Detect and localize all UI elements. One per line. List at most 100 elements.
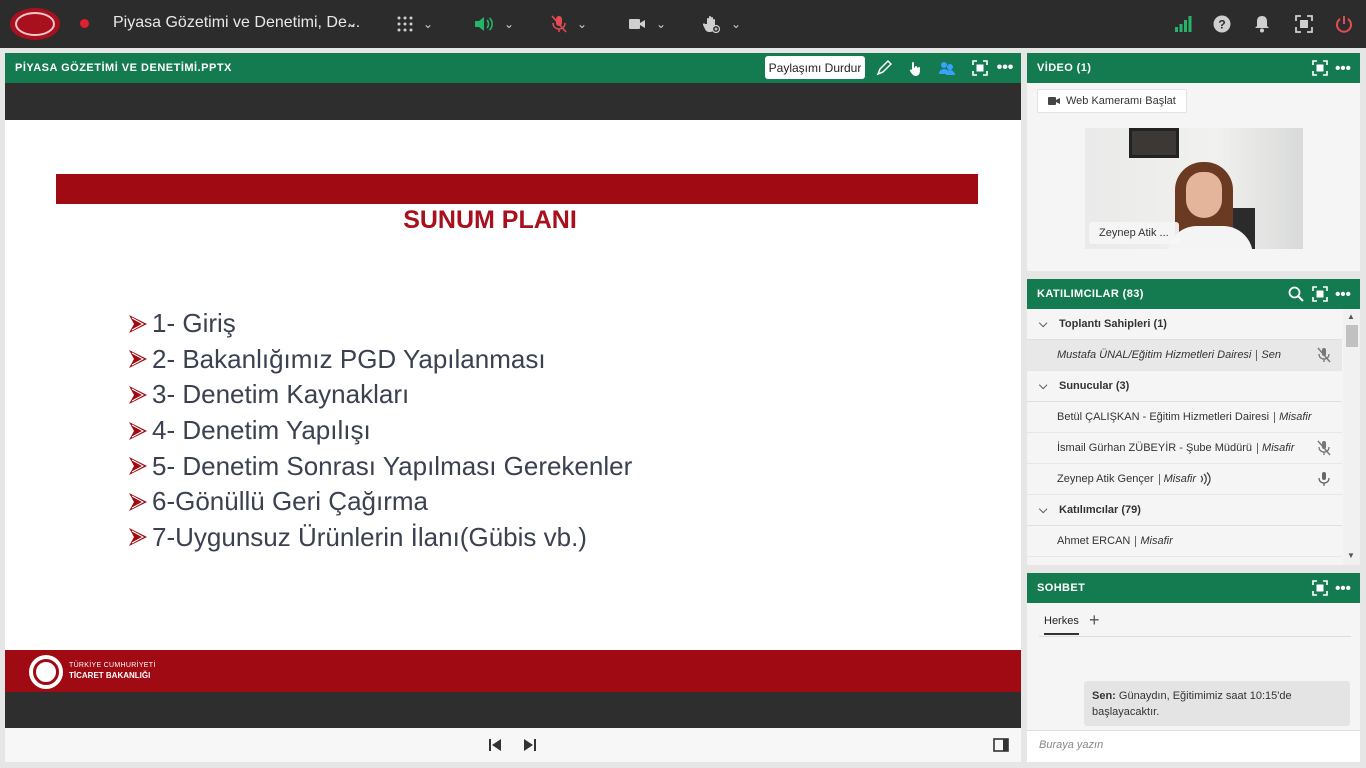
participant-row[interactable]: Betül ÇALIŞKAN - Eğitim Hizmetleri Daire… (1027, 402, 1342, 433)
fullscreen-icon[interactable] (1310, 58, 1330, 78)
chevron-down-icon: ⌵ (1039, 317, 1048, 330)
collaborators-icon[interactable] (937, 58, 957, 78)
slide-header-bar (56, 174, 978, 204)
scroll-up-icon[interactable]: ▲ (1347, 312, 1355, 321)
bullet-arrow-icon (129, 421, 147, 440)
slide-navigation-bar (5, 728, 1021, 762)
share-pod-title: PİYASA GÖZETİMİ VE DENETİMİ.PPTX (15, 62, 232, 74)
section-hosts[interactable]: ⌵ Toplantı Sahipleri (1) (1027, 309, 1342, 340)
notifications-icon[interactable] (1250, 12, 1274, 36)
chevron-down-icon: ⌄ (656, 17, 667, 31)
top-bar: Piyasa Gözetimi ve Denetimi, De... ⌄ ⌄ ⌄… (0, 0, 1366, 48)
participant-row[interactable]: Zeynep Atik Gençer Misafir (1027, 464, 1342, 495)
start-webcam-button[interactable]: Web Kameramı Başlat (1037, 89, 1187, 113)
speaker-icon (475, 17, 493, 31)
participant-row[interactable]: Ahmet ERCAN Misafir (1027, 526, 1342, 557)
more-options-icon[interactable]: ••• (1333, 58, 1353, 78)
slide-footer: TÜRKİYE CUMHURİYETİ TİCARET BAKANLIĞI (5, 650, 1021, 692)
participants-list: ⌵ Toplantı Sahipleri (1) Mustafa ÜNAL/Eğ… (1027, 309, 1360, 565)
next-slide-button[interactable] (521, 736, 539, 754)
video-pod-title: VİDEO (1) (1037, 62, 1092, 74)
help-icon[interactable]: ? (1210, 12, 1234, 36)
participants-pod-header: KATILIMCILAR (83) ••• (1027, 279, 1360, 309)
bullet-arrow-icon (129, 457, 147, 476)
slide-bullet: 4- Denetim Yapılışı (127, 413, 632, 449)
chevron-down-icon[interactable]: ⌄ (346, 14, 358, 31)
participants-pod-title: KATILIMCILAR (83) (1037, 288, 1144, 300)
chat-message-sender: Sen: (1092, 690, 1116, 702)
scroll-down-icon[interactable]: ▼ (1347, 551, 1355, 560)
share-letterbox-bottom (5, 692, 1021, 728)
mic-muted-icon[interactable] (1316, 347, 1332, 363)
chevron-down-icon: ⌵ (1039, 503, 1048, 516)
sidebar-toggle-icon[interactable] (992, 736, 1010, 754)
bullet-arrow-icon (129, 314, 147, 333)
ministry-logo (10, 8, 60, 40)
slide-bullet: 6-Gönüllü Geri Çağırma (127, 484, 632, 520)
bullet-arrow-icon (129, 492, 147, 511)
pointer-hand-icon[interactable] (905, 58, 925, 78)
video-pod-body: Web Kameramı Başlat Zeynep Atik ... (1027, 83, 1360, 271)
bullet-arrow-icon (129, 385, 147, 404)
camera-menu[interactable]: ⌄ (628, 12, 666, 36)
chevron-down-icon: ⌄ (504, 17, 515, 31)
apps-grid-icon (397, 16, 413, 32)
section-attendees[interactable]: ⌵ Katılımcılar (79) (1027, 495, 1342, 526)
speaking-icon (1200, 472, 1211, 486)
webcam-video-feed[interactable]: Zeynep Atik ... (1085, 128, 1303, 249)
footer-country: TÜRKİYE CUMHURİYETİ (69, 662, 156, 669)
chat-pod-body: Herkes + Sen: Günaydın, Eğitimimiz saat … (1027, 603, 1360, 762)
connection-signal-icon[interactable] (1171, 12, 1195, 36)
search-icon[interactable] (1286, 284, 1306, 304)
chat-pod-header: SOHBET ••• (1027, 573, 1360, 603)
meeting-title[interactable]: Piyasa Gözetimi ve Denetimi, De... (113, 14, 360, 32)
more-options-icon[interactable]: ••• (995, 58, 1015, 78)
add-chat-tab-icon[interactable]: + (1089, 610, 1100, 631)
mic-muted-icon[interactable] (1316, 440, 1332, 456)
chevron-down-icon: ⌄ (577, 17, 588, 31)
slide-bullet: 1- Giriş (127, 306, 632, 342)
more-options-icon[interactable]: ••• (1333, 578, 1353, 598)
fullscreen-icon[interactable] (970, 58, 990, 78)
fullscreen-icon[interactable] (1310, 578, 1330, 598)
previous-slide-button[interactable] (486, 736, 504, 754)
chat-input-area (1027, 730, 1360, 762)
bullet-arrow-icon (129, 350, 147, 369)
video-pod-header: VİDEO (1) ••• (1027, 53, 1360, 83)
footer-ministry: TİCARET BAKANLIĞI (69, 671, 151, 680)
raise-hand-icon (703, 16, 721, 33)
fullscreen-icon[interactable] (1292, 12, 1316, 36)
svg-text:?: ? (1218, 18, 1225, 32)
camera-icon (629, 19, 645, 29)
chat-message: Sen: Günaydın, Eğitimimiz saat 10:15'de … (1084, 681, 1350, 726)
speaker-menu[interactable]: ⌄ (474, 12, 514, 36)
participants-scrollbar[interactable]: ▲ ▼ (1343, 309, 1360, 565)
pen-icon[interactable] (874, 58, 894, 78)
slide-bullet: 5- Denetim Sonrası Yapılması Gerekenler (127, 448, 632, 484)
slide-bullet: 3- Denetim Kaynakları (127, 377, 632, 413)
chevron-down-icon: ⌄ (423, 17, 434, 31)
bullet-arrow-icon (129, 528, 147, 547)
more-options-icon[interactable]: ••• (1333, 284, 1353, 304)
chat-message-text: Günaydın, Eğitimimiz saat 10:15'de başla… (1092, 690, 1292, 718)
fullscreen-icon[interactable] (1310, 284, 1330, 304)
participant-row[interactable]: İsmail Gürhan ZÜBEYİR - Şube Müdürü Misa… (1027, 433, 1342, 464)
microphone-icon[interactable] (1316, 471, 1332, 487)
microphone-menu[interactable]: ⌄ (551, 12, 587, 36)
mic-muted-icon (551, 15, 567, 33)
ministry-seal-icon (29, 655, 63, 689)
power-icon[interactable] (1332, 12, 1356, 36)
slide-bullet: 7-Uygunsuz Ürünlerin İlanı(Gübis vb.) (127, 520, 632, 556)
stop-sharing-button[interactable]: Paylaşımı Durdur (765, 56, 865, 79)
tab-everyone[interactable]: Herkes (1044, 615, 1079, 635)
presentation-slide: SUNUM PLANI 1- Giriş 2- Bakanlığımız PGD… (5, 120, 1021, 650)
raise-hand-menu[interactable]: ⌄ (703, 12, 741, 36)
scrollbar-thumb[interactable] (1346, 325, 1358, 347)
slide-heading: SUNUM PLANI (403, 206, 577, 234)
section-presenters[interactable]: ⌵ Sunucular (3) (1027, 371, 1342, 402)
recording-indicator (80, 19, 89, 28)
participant-row[interactable]: Mustafa ÜNAL/Eğitim Hizmetleri Dairesi S… (1027, 340, 1342, 371)
layouts-menu[interactable]: ⌄ (397, 12, 433, 36)
chevron-down-icon: ⌵ (1039, 379, 1048, 392)
chat-input[interactable] (1039, 739, 1339, 751)
